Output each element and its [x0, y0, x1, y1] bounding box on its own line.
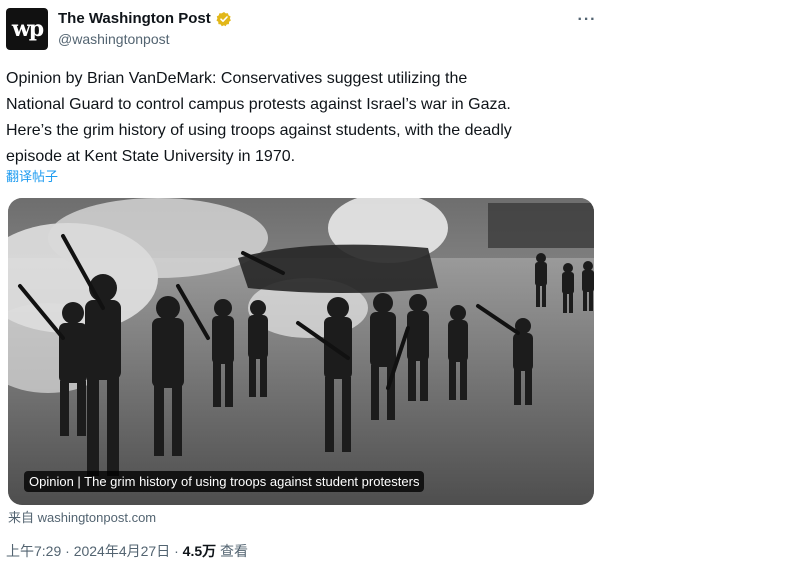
- avatar[interactable]: wp: [6, 8, 48, 50]
- tweet-line: National Guard to control campus protest…: [6, 96, 511, 113]
- tweet-line: episode at Kent State University in 1970…: [6, 148, 296, 165]
- tweet-time[interactable]: 上午7:29: [6, 543, 61, 559]
- views-label: 查看: [220, 543, 249, 559]
- more-dots-icon: ···: [577, 11, 597, 28]
- tweet-date[interactable]: 2024年4月27日: [74, 543, 171, 559]
- more-options-button[interactable]: ···: [574, 10, 600, 30]
- tweet-line: Opinion by Brian VanDeMark: Conservative…: [6, 70, 468, 87]
- avatar-logo-text: wp: [11, 16, 44, 42]
- card-caption: Opinion | The grim history of using troo…: [24, 471, 425, 492]
- verified-badge-icon: [216, 11, 231, 26]
- views-count: 4.5万: [182, 543, 217, 559]
- meta-separator: ·: [65, 543, 70, 559]
- author-name[interactable]: The Washington Post: [58, 10, 211, 27]
- tweet-text: Opinion by Brian VanDeMark: Conservative…: [6, 66, 606, 170]
- link-card[interactable]: Opinion | The grim history of using troo…: [8, 198, 594, 505]
- translate-post-link[interactable]: 翻译帖子: [6, 166, 58, 185]
- author-handle[interactable]: @washingtonpost: [58, 31, 170, 47]
- meta-separator: ·: [174, 543, 179, 559]
- card-source-link[interactable]: 来自 washingtonpost.com: [8, 507, 156, 526]
- tweet-meta: 上午7:29 · 2024年4月27日 · 4.5万 查看: [6, 541, 248, 561]
- author-name-row: The Washington Post: [58, 10, 232, 27]
- tweet-line: Here’s the grim history of using troops …: [6, 122, 512, 139]
- photo-soldiers-icon: [8, 198, 594, 505]
